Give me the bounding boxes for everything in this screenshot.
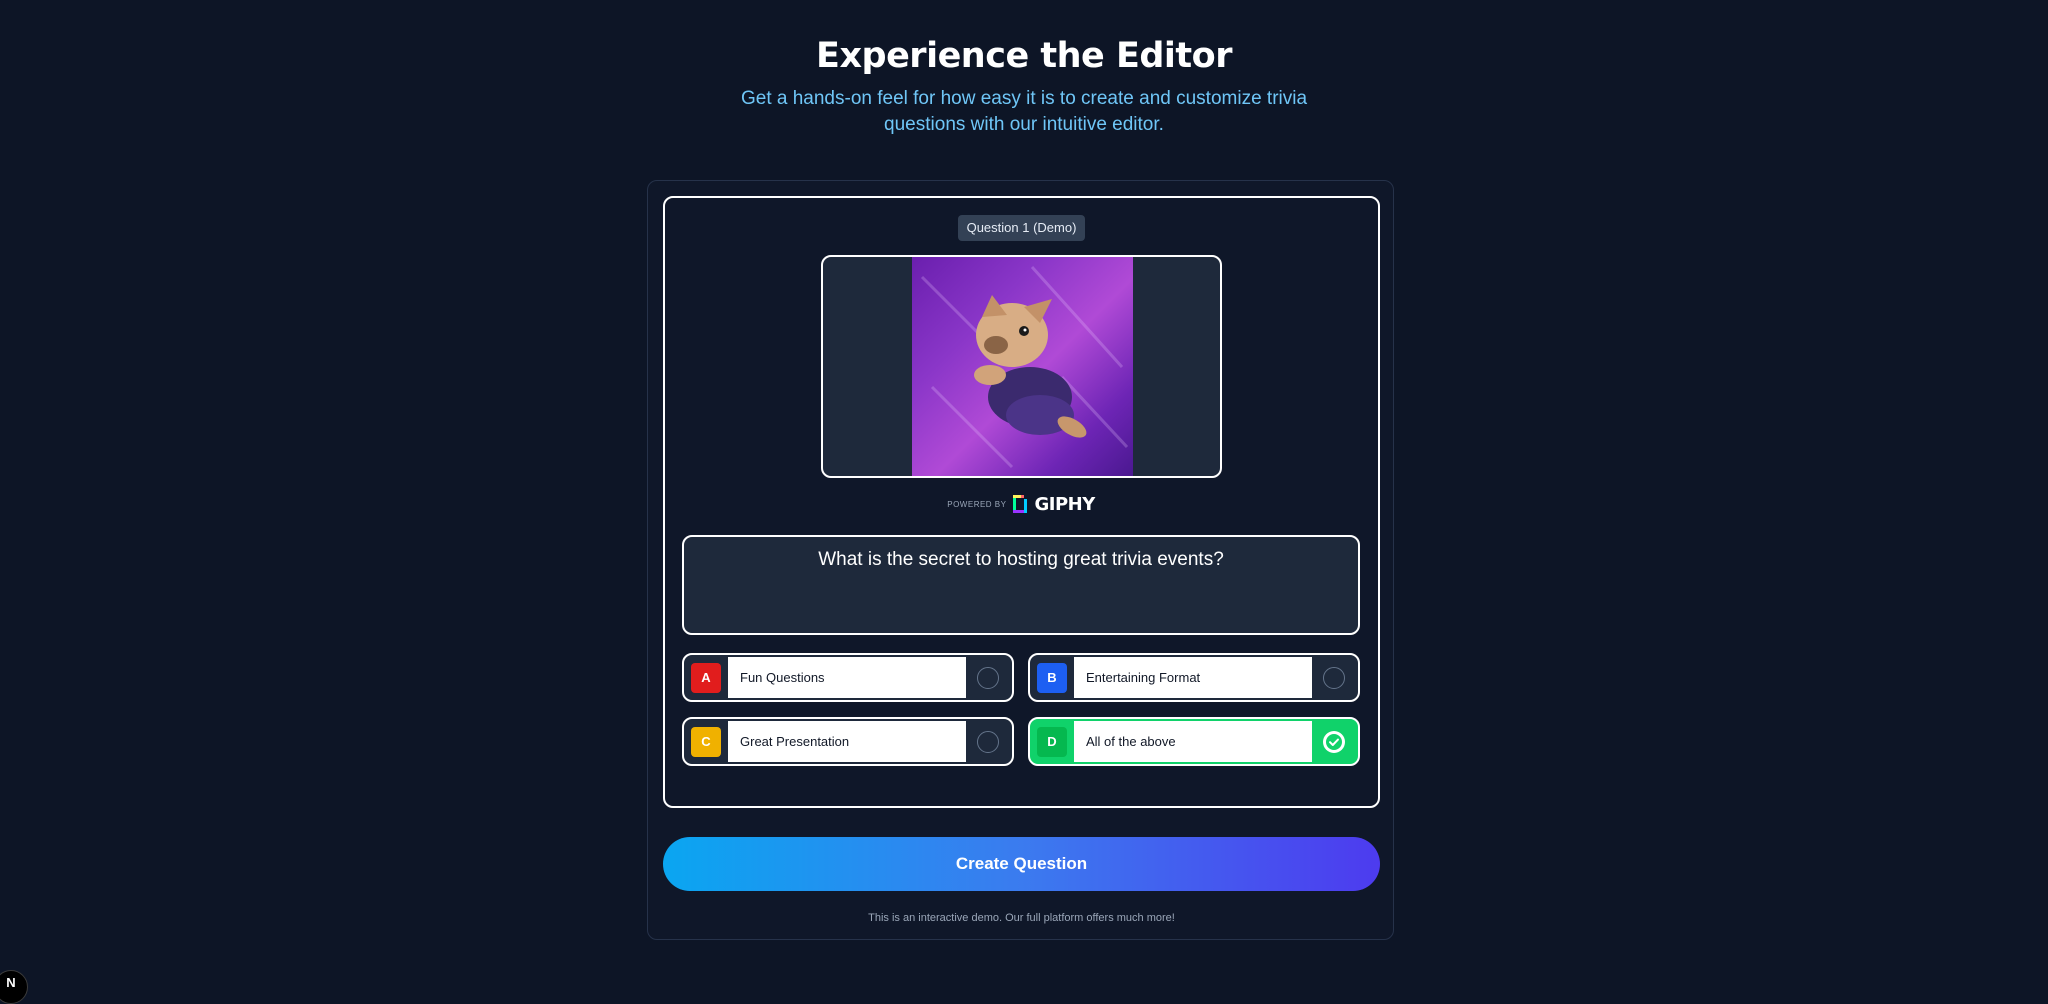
giphy-brand: GIPHY — [1034, 493, 1095, 515]
question-media-frame[interactable] — [821, 255, 1222, 478]
answer-option-c: C — [682, 717, 1014, 766]
answer-option-d: D — [1028, 717, 1360, 766]
gif-french-bulldog-flying — [912, 257, 1133, 476]
answer-letter-a: A — [691, 662, 721, 693]
answer-letter-c: C — [691, 726, 721, 757]
correct-toggle-a[interactable] — [977, 666, 999, 689]
page-subtitle: Get a hands-on feel for how easy it is t… — [740, 88, 1308, 135]
giphy-attribution: POWERED BY GIPHY — [921, 493, 1121, 515]
checkmark-icon — [1326, 733, 1342, 750]
question-text-field[interactable]: What is the secret to hosting great triv… — [682, 535, 1360, 635]
demo-footnote: This is an interactive demo. Our full pl… — [868, 912, 1175, 924]
answer-letter-b: B — [1037, 662, 1067, 693]
answer-input-c[interactable] — [728, 721, 966, 762]
page-title: Experience the Editor — [816, 36, 1232, 76]
answer-input-a[interactable] — [728, 657, 966, 698]
create-question-button[interactable]: Create Question — [663, 837, 1380, 891]
question-number-badge: Question 1 (Demo) — [958, 215, 1085, 241]
answer-option-b: B — [1028, 653, 1360, 702]
giphy-logo-icon — [1013, 495, 1028, 513]
answer-input-b[interactable] — [1074, 657, 1312, 698]
answer-input-d[interactable] — [1074, 721, 1312, 762]
answer-letter-d: D — [1037, 726, 1067, 757]
correct-toggle-c[interactable] — [977, 730, 999, 753]
nextjs-dev-indicator[interactable]: N — [0, 970, 28, 1004]
correct-toggle-d[interactable] — [1323, 730, 1345, 753]
bulldog-illustration — [920, 265, 1129, 469]
powered-by-label: POWERED BY — [947, 499, 1007, 509]
correct-toggle-b[interactable] — [1323, 666, 1345, 689]
answer-option-a: A — [682, 653, 1014, 702]
